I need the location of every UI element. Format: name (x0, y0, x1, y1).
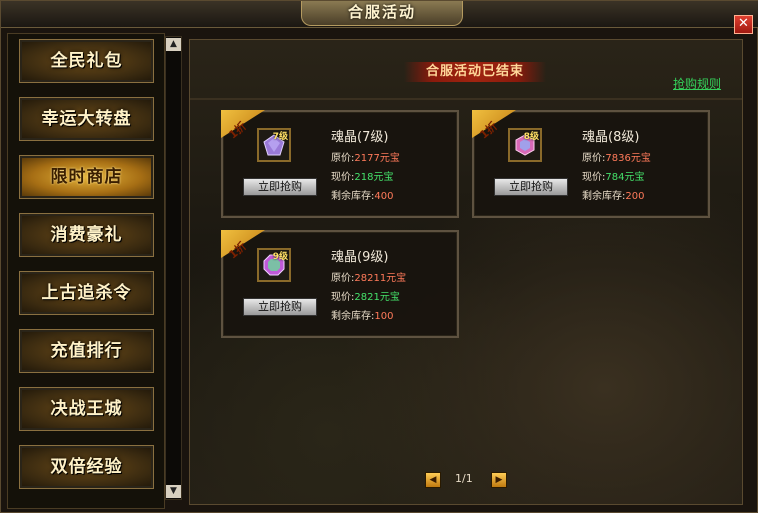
buy-now-button[interactable]: 立即抢购 (494, 178, 568, 196)
scroll-up-icon[interactable]: ▲ (166, 38, 181, 51)
original-price: 2177元宝 (354, 153, 400, 164)
level-tag: 7级 (272, 132, 288, 142)
product-name: 魂晶(7级) (331, 130, 389, 145)
stock-label: 剩余库存: (331, 191, 375, 202)
next-page-icon[interactable]: ▶ (491, 472, 507, 488)
purchase-rules-link[interactable]: 抢购规则 (673, 75, 721, 92)
current-price: 784元宝 (605, 172, 645, 183)
sidebar: 全民礼包 幸运大转盘 限时商店 消费豪礼 上古追杀令 充值排行 决战王城 双倍经… (7, 33, 165, 509)
stock-label: 剩余库存: (331, 311, 375, 322)
stock-count: 200 (625, 191, 645, 202)
item-slot[interactable]: 8级 (508, 128, 542, 162)
sidebar-item-double-exp[interactable]: 双倍经验 (19, 445, 154, 489)
level-tag: 8级 (523, 132, 539, 142)
stock-label: 剩余库存: (582, 191, 626, 202)
current-price: 2821元宝 (354, 292, 400, 303)
sidebar-item-spend-rewards[interactable]: 消费豪礼 (19, 213, 154, 257)
original-price: 28211元宝 (354, 273, 407, 284)
sidebar-item-recharge-ranking[interactable]: 充值排行 (19, 329, 154, 373)
product-card-soul-crystal-7: 1折 7级 立即抢购 魂晶(7级) 原价:2177元宝 现价:218元宝 剩余库… (221, 110, 459, 218)
original-price-label: 原价: (331, 273, 355, 284)
title-bar: 合服活动 (1, 1, 758, 28)
shop-panel: 合服活动已结束 抢购规则 1折 7级 立即抢购 魂晶(7级) 原价:2177元宝… (189, 39, 743, 505)
product-name: 魂晶(8级) (582, 130, 640, 145)
current-price: 218元宝 (354, 172, 394, 183)
item-slot[interactable]: 9级 (257, 248, 291, 282)
sidebar-item-king-city-battle[interactable]: 决战王城 (19, 387, 154, 431)
sidebar-scrollbar[interactable]: ▲ ▼ (165, 36, 182, 500)
close-button[interactable]: ✕ (734, 15, 753, 34)
product-card-soul-crystal-9: 1折 9级 立即抢购 魂晶(9级) 原价:28211元宝 现价:2821元宝 剩… (221, 230, 459, 338)
product-info: 魂晶(9级) 原价:28211元宝 现价:2821元宝 剩余库存:100 (331, 246, 406, 326)
sidebar-item-limited-shop[interactable]: 限时商店 (19, 155, 154, 199)
divider (190, 98, 742, 100)
buy-now-button[interactable]: 立即抢购 (243, 298, 317, 316)
current-price-label: 现价: (331, 172, 355, 183)
event-ended-banner: 合服活动已结束 (404, 62, 546, 82)
current-price-label: 现价: (331, 292, 355, 303)
product-info: 魂晶(8级) 原价:7836元宝 现价:784元宝 剩余库存:200 (582, 126, 651, 206)
level-tag: 9级 (272, 252, 288, 262)
current-price-label: 现价: (582, 172, 606, 183)
scroll-down-icon[interactable]: ▼ (166, 485, 181, 498)
sidebar-item-lucky-wheel[interactable]: 幸运大转盘 (19, 97, 154, 141)
window-title: 合服活动 (301, 1, 463, 26)
event-window: 合服活动 ✕ 全民礼包 幸运大转盘 限时商店 消费豪礼 上古追杀令 充值排行 决… (0, 0, 758, 513)
original-price-label: 原价: (331, 153, 355, 164)
pagination: ◀ 1/1 ▶ (425, 472, 509, 488)
page-indicator: 1/1 (455, 472, 473, 485)
buy-now-button[interactable]: 立即抢购 (243, 178, 317, 196)
original-price: 7836元宝 (605, 153, 651, 164)
sidebar-item-all-gift[interactable]: 全民礼包 (19, 39, 154, 83)
product-info: 魂晶(7级) 原价:2177元宝 现价:218元宝 剩余库存:400 (331, 126, 400, 206)
stock-count: 400 (374, 191, 394, 202)
stock-count: 100 (374, 311, 394, 322)
sidebar-item-ancient-bounty[interactable]: 上古追杀令 (19, 271, 154, 315)
close-icon: ✕ (738, 16, 749, 31)
product-name: 魂晶(9级) (331, 250, 389, 265)
item-slot[interactable]: 7级 (257, 128, 291, 162)
original-price-label: 原价: (582, 153, 606, 164)
prev-page-icon[interactable]: ◀ (425, 472, 441, 488)
product-card-soul-crystal-8: 1折 8级 立即抢购 魂晶(8级) 原价:7836元宝 现价:784元宝 剩余库… (472, 110, 710, 218)
